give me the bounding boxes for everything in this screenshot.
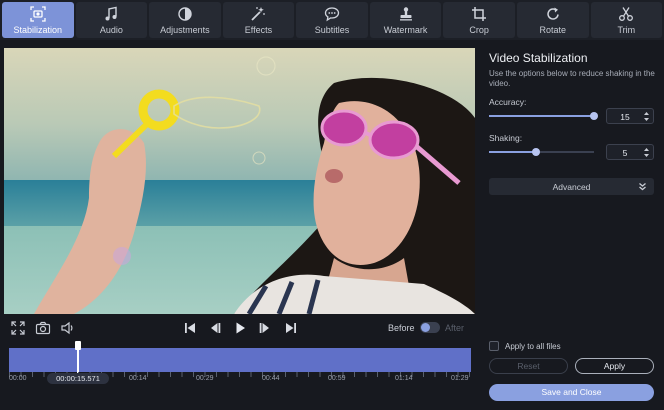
stabilization-icon <box>30 5 46 22</box>
accuracy-value[interactable]: 15 <box>607 112 643 122</box>
player-controls: Before After <box>4 318 475 338</box>
before-label: Before <box>388 323 415 333</box>
accuracy-spinner[interactable]: 15 <box>606 108 654 124</box>
tab-audio[interactable]: Audio <box>75 2 148 38</box>
shaking-slider[interactable] <box>489 147 594 157</box>
tab-adjustments[interactable]: Adjustments <box>149 2 221 38</box>
accuracy-label: Accuracy: <box>489 97 527 107</box>
timeline-tick-label: 01:14 <box>395 375 413 382</box>
tab-rotate[interactable]: Rotate <box>516 2 589 38</box>
timeline-tick-label: 00:14 <box>129 375 147 382</box>
stamp-icon <box>398 6 414 22</box>
tab-crop[interactable]: Crop <box>443 2 515 38</box>
volume-icon[interactable] <box>60 320 76 336</box>
skip-to-start-icon[interactable] <box>182 320 198 336</box>
tab-trim[interactable]: Trim <box>590 2 663 38</box>
skip-to-end-icon[interactable] <box>283 320 299 336</box>
speech-bubble-icon <box>324 6 340 22</box>
timeline-tick-label: 01:29 <box>451 375 469 382</box>
contrast-icon <box>177 6 193 22</box>
magic-wand-icon <box>250 6 266 22</box>
timeline-playhead[interactable] <box>75 341 81 374</box>
tab-label: Crop <box>469 24 489 35</box>
advanced-expander[interactable]: Advanced <box>489 178 654 195</box>
tab-watermark[interactable]: Watermark <box>369 2 442 38</box>
play-icon[interactable] <box>232 320 248 336</box>
timeline-tick-label: 00:44 <box>262 375 280 382</box>
timeline-tick-label: 00:29 <box>196 375 214 382</box>
slider-thumb[interactable] <box>532 148 541 156</box>
camera-icon[interactable] <box>35 320 51 336</box>
tab-label: Effects <box>244 24 273 35</box>
accuracy-slider[interactable] <box>489 111 598 121</box>
panel-title: Video Stabilization <box>489 51 588 65</box>
tab-label: Audio <box>99 24 123 35</box>
previous-frame-icon[interactable] <box>207 320 223 336</box>
up-down-arrows-icon[interactable] <box>643 147 650 158</box>
shaking-label: Shaking: <box>489 133 523 143</box>
fullscreen-icon[interactable] <box>10 320 26 336</box>
apply-to-all-label: Apply to all files <box>505 342 561 351</box>
stabilization-panel: Video Stabilization Use the options belo… <box>478 40 664 410</box>
slider-fill <box>489 151 537 153</box>
next-frame-icon[interactable] <box>257 320 273 336</box>
tab-label: Watermark <box>383 24 428 35</box>
checkbox[interactable] <box>489 341 499 351</box>
tab-label: Subtitles <box>314 24 350 35</box>
playhead-line <box>77 349 79 374</box>
timeline-tick-label: 00:59 <box>328 375 346 382</box>
video-preview[interactable] <box>4 48 475 314</box>
save-and-close-button[interactable]: Save and Close <box>489 384 654 401</box>
tab-subtitles[interactable]: Subtitles <box>296 2 368 38</box>
tool-tab-bar: Stabilization Audio Adjustments Effects … <box>0 0 664 40</box>
tab-stabilization[interactable]: Stabilization <box>2 2 74 38</box>
tab-label: Rotate <box>539 24 566 35</box>
tab-label: Trim <box>617 24 636 35</box>
scissors-icon <box>618 6 634 22</box>
crop-icon <box>471 6 487 22</box>
tab-effects[interactable]: Effects <box>222 2 295 38</box>
advanced-label: Advanced <box>552 182 591 192</box>
tab-label: Adjustments <box>160 24 210 35</box>
up-down-arrows-icon[interactable] <box>643 111 650 122</box>
slider-fill <box>489 115 594 117</box>
tab-label: Stabilization <box>13 24 63 35</box>
panel-description: Use the options below to reduce shaking … <box>489 69 655 88</box>
timeline-tick-label: 00:00 <box>9 375 27 382</box>
rotate-icon <box>545 6 561 22</box>
double-chevron-down-icon <box>638 182 647 191</box>
apply-button[interactable]: Apply <box>575 358 654 374</box>
shaking-value[interactable]: 5 <box>607 148 643 158</box>
shaking-spinner[interactable]: 5 <box>606 144 654 160</box>
after-label: After <box>445 323 465 333</box>
music-note-icon <box>103 6 119 22</box>
slider-thumb[interactable] <box>590 112 598 120</box>
video-frame-image <box>4 48 475 314</box>
before-after-toggle[interactable] <box>420 322 440 333</box>
reset-button[interactable]: Reset <box>489 358 568 374</box>
current-time-display: 00:00:15.571 <box>47 373 109 384</box>
